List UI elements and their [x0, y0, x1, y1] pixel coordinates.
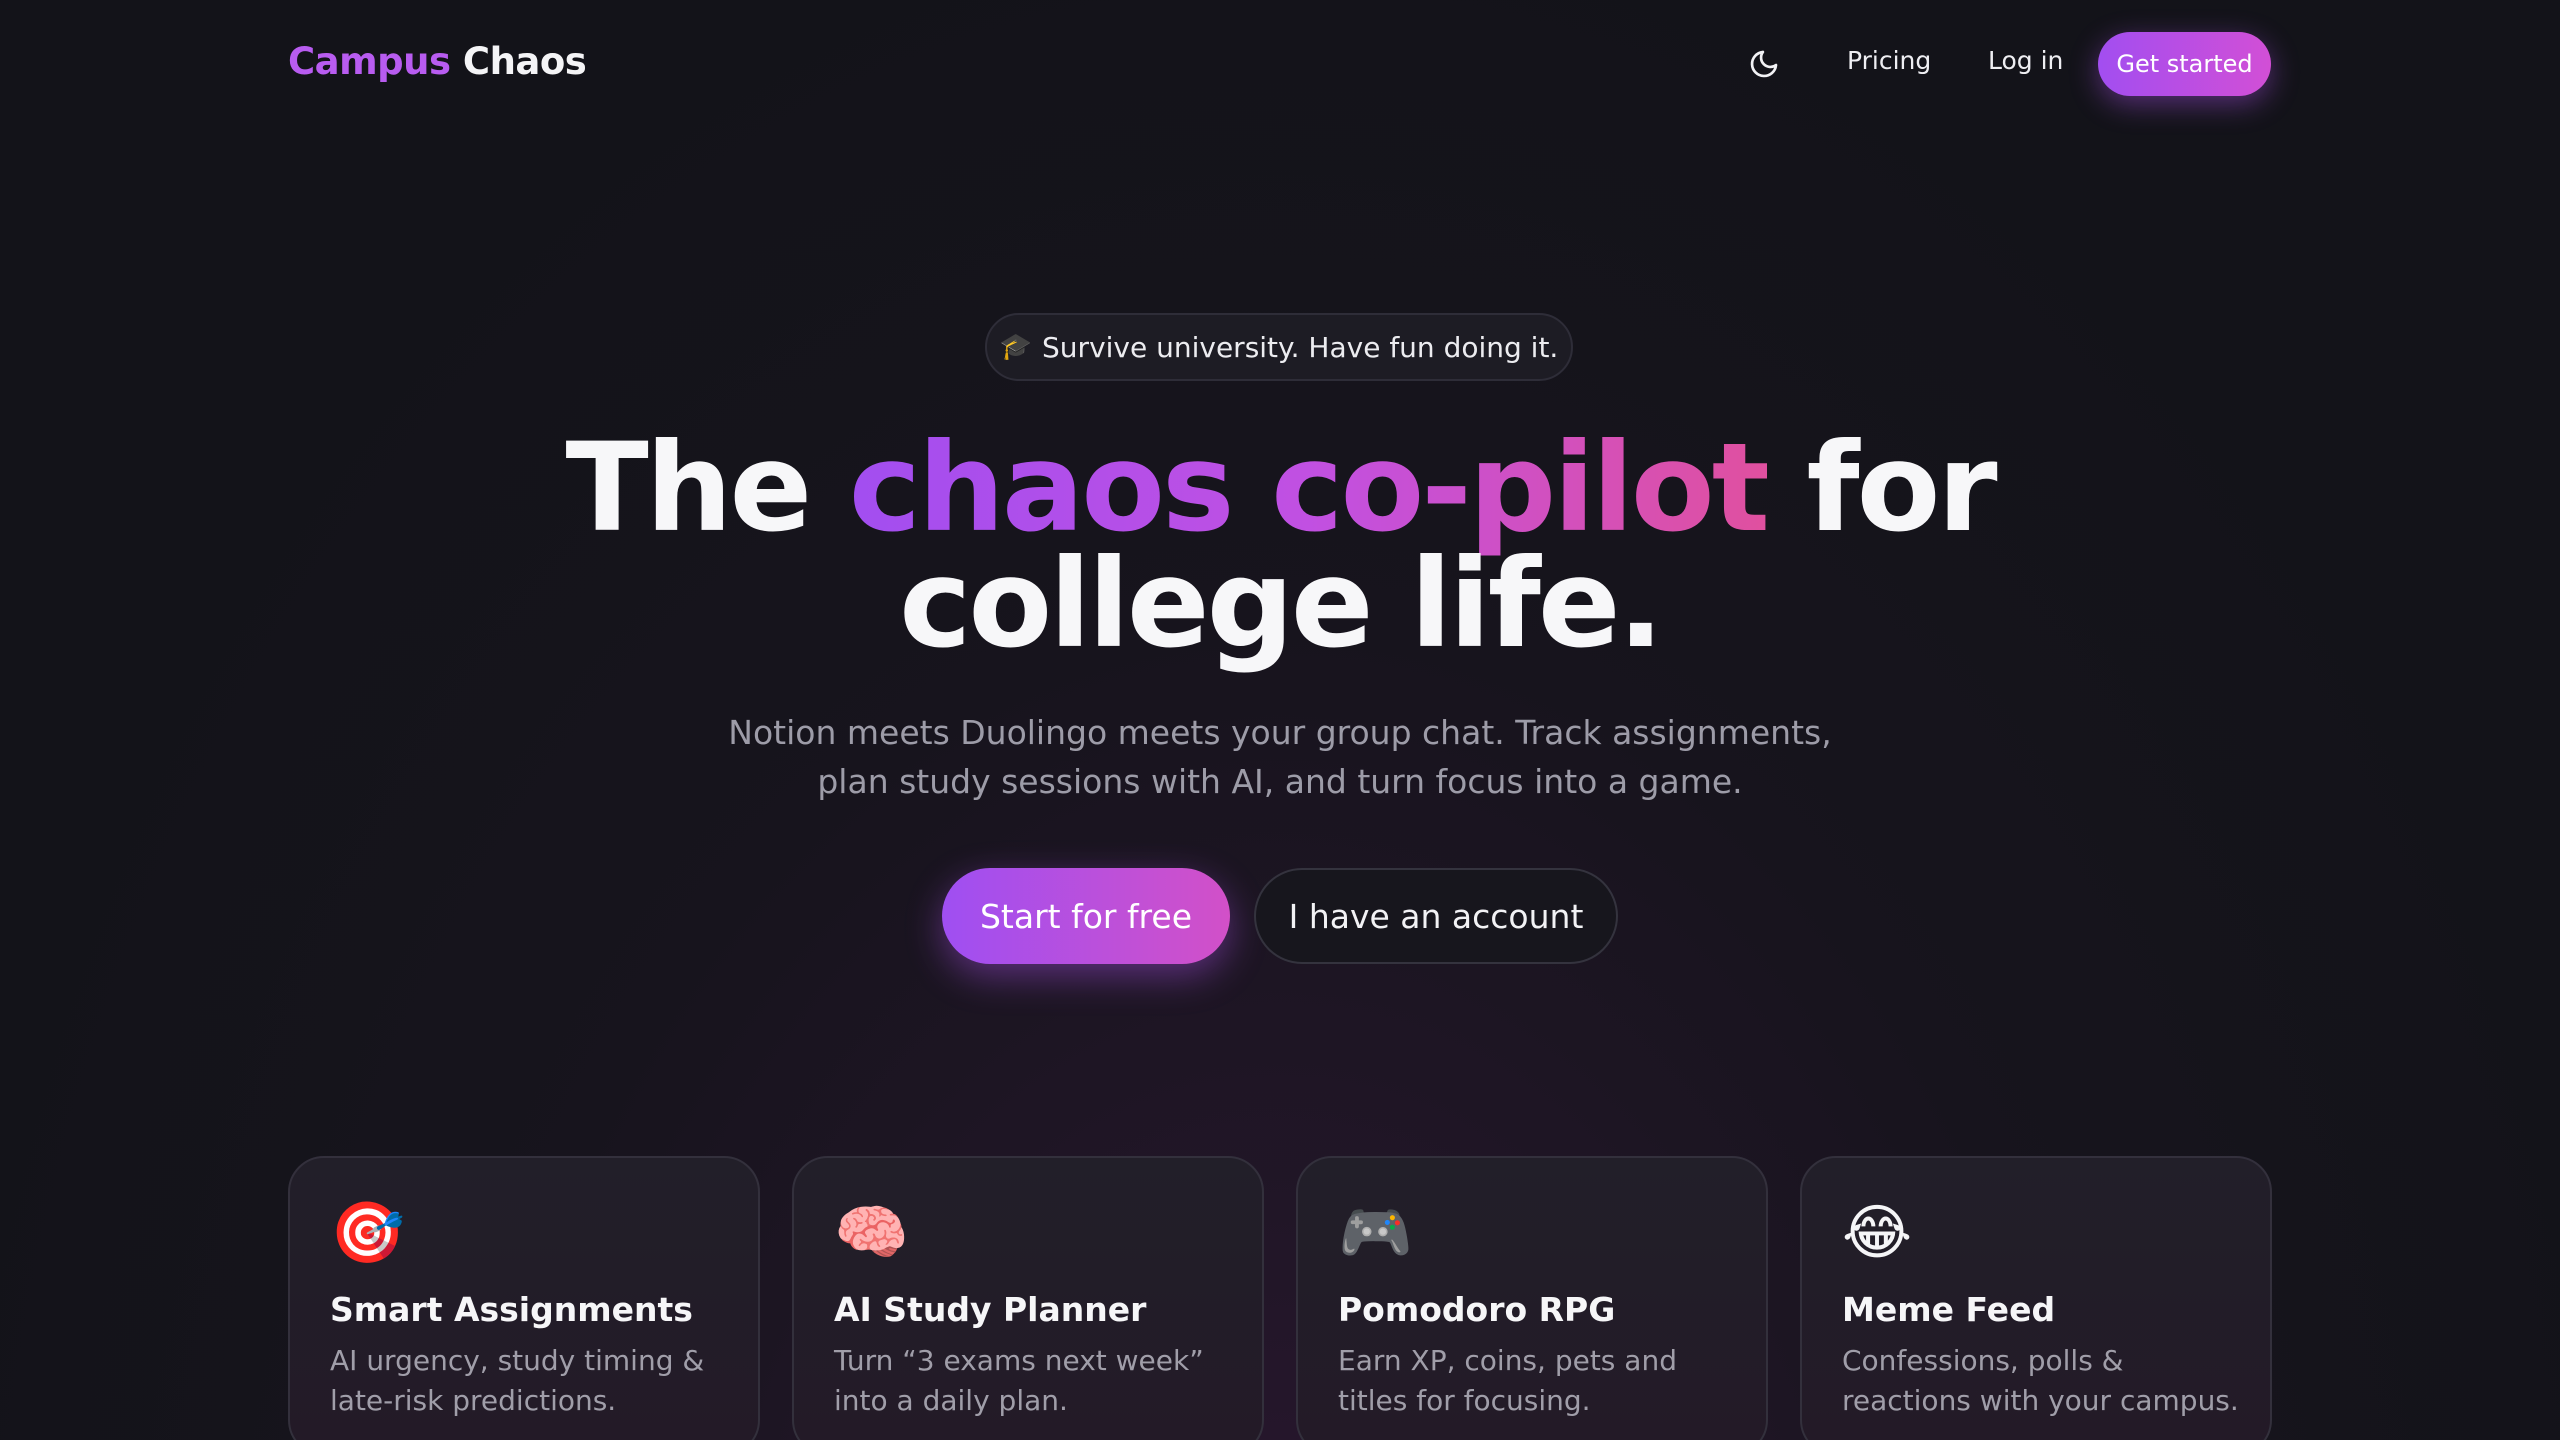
logo[interactable]: Campus Chaos — [288, 40, 587, 83]
headline-part-2: for — [1767, 417, 1997, 559]
graduation-cap-icon: 🎓 — [999, 332, 1033, 362]
hero-subtitle: Notion meets Duolingo meets your group c… — [680, 708, 1880, 806]
feature-description: Earn XP, coins, pets and titles for focu… — [1338, 1344, 1677, 1417]
subtitle-line-2: plan study sessions with AI, and turn fo… — [817, 762, 1743, 801]
game-controller-icon: 🎮 — [1338, 1198, 1413, 1268]
get-started-button[interactable]: Get started — [2098, 32, 2271, 96]
feature-card-ai-study-planner[interactable]: 🧠 AI Study Planner Turn “3 exams next we… — [792, 1156, 1264, 1440]
have-account-button[interactable]: I have an account — [1254, 868, 1618, 964]
feature-description: Confessions, polls & reactions with your… — [1842, 1344, 2239, 1417]
brain-icon: 🧠 — [834, 1198, 909, 1268]
nav-pricing-link[interactable]: Pricing — [1847, 46, 1931, 75]
feature-description: AI urgency, study timing & late-risk pre… — [330, 1344, 705, 1417]
logo-chaos: Chaos — [462, 40, 587, 83]
tagline-text: Survive university. Have fun doing it. — [1042, 330, 1559, 364]
nav-login-link[interactable]: Log in — [1988, 46, 2063, 75]
logo-campus: Campus — [288, 40, 451, 83]
headline-part-1: The — [565, 417, 849, 559]
tagline-pill: 🎓 Survive university. Have fun doing it. — [985, 313, 1573, 381]
target-icon: 🎯 — [330, 1198, 405, 1268]
subtitle-line-1: Notion meets Duolingo meets your group c… — [728, 713, 1832, 752]
feature-title: Pomodoro RPG — [1338, 1290, 1616, 1329]
hero-headline: The chaos co-pilot for college life. — [0, 427, 2560, 665]
feature-card-smart-assignments[interactable]: 🎯 Smart Assignments AI urgency, study ti… — [288, 1156, 760, 1440]
start-for-free-button[interactable]: Start for free — [942, 868, 1230, 964]
feature-card-meme-feed[interactable]: 😂 Meme Feed Confessions, polls & reactio… — [1800, 1156, 2272, 1440]
feature-description: Turn “3 exams next week” into a daily pl… — [834, 1344, 1204, 1417]
feature-title: Meme Feed — [1842, 1290, 2056, 1329]
theme-toggle-button[interactable] — [1744, 44, 1784, 84]
top-nav: Campus Chaos Pricing Log in Get started — [0, 0, 2560, 128]
feature-title: Smart Assignments — [330, 1290, 693, 1329]
feature-title: AI Study Planner — [834, 1290, 1147, 1329]
moon-icon — [1750, 50, 1778, 78]
laughing-face-icon: 😂 — [1842, 1198, 1913, 1268]
headline-part-3: college life. — [899, 533, 1664, 675]
feature-card-pomodoro-rpg[interactable]: 🎮 Pomodoro RPG Earn XP, coins, pets and … — [1296, 1156, 1768, 1440]
